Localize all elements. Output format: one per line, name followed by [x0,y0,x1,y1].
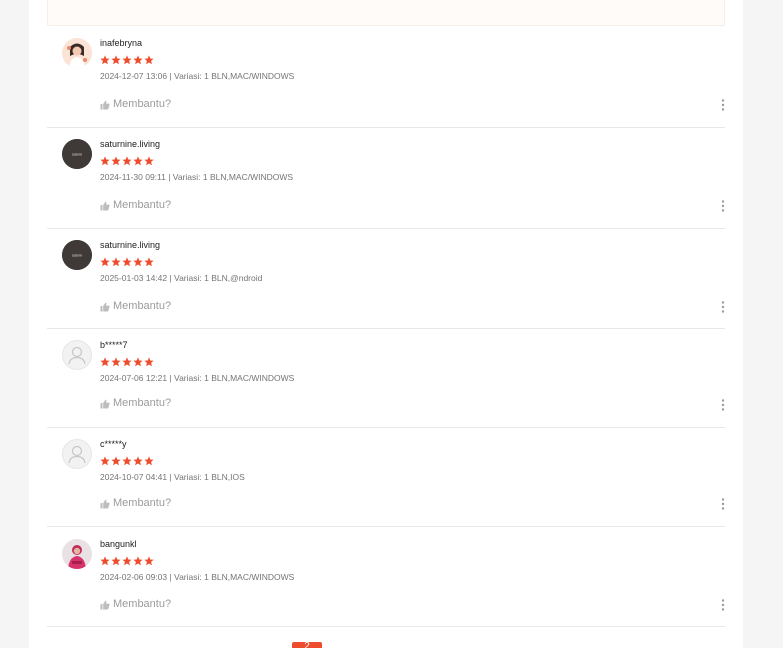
avatar-logo-text: saturn [72,153,82,157]
helpful-label: Membantu? [113,98,172,110]
helpful-button[interactable]: Membantu? [100,98,171,111]
star-rating [100,357,725,368]
more-options-icon[interactable] [721,599,725,611]
review-username: saturnine.living [100,240,161,250]
review-meta: 2025-01-03 14:42 | Variasi: 1 BLN,@ndroi… [100,273,263,283]
star-icon [144,156,154,166]
helpful-button[interactable]: Membantu? [100,497,171,510]
star-icon [133,357,143,367]
more-options-icon[interactable] [721,200,725,212]
star-icon [133,156,143,166]
review-meta: 2024-10-07 04:41 | Variasi: 1 BLN,IOS [100,472,245,482]
review-username: bangunkl [100,539,137,549]
avatar[interactable] [62,38,92,68]
star-icon [100,456,110,466]
star-icon [122,556,132,566]
star-icon [144,55,154,65]
star-icon [133,556,143,566]
thumbs-up-icon [100,302,110,311]
star-icon [144,257,154,267]
star-icon [100,156,110,166]
more-options-icon[interactable] [721,399,725,411]
thumbs-up-icon [100,201,110,210]
avatar[interactable] [62,439,92,469]
star-icon [144,456,154,466]
star-icon [122,257,132,267]
star-icon [100,257,110,267]
review-meta: 2024-12-07 13:06 | Variasi: 1 BLN,MAC/WI… [100,71,295,81]
review-meta: 2024-02-06 09:03 | Variasi: 1 BLN,MAC/WI… [100,572,295,582]
thumbs-up-icon [100,499,110,508]
review-username: inafebryna [100,38,143,48]
star-icon [122,357,132,367]
star-rating [100,156,725,167]
avatar-logo-text: saturn [72,254,82,258]
star-rating [100,456,725,467]
star-icon [111,556,121,566]
star-icon [111,357,121,367]
review-item: inafebryna 2024-12-07 13:06 | Variasi: 1… [47,38,725,128]
more-options-icon[interactable] [721,99,725,111]
avatar[interactable]: saturn [62,240,92,270]
helpful-button[interactable]: Membantu? [100,300,171,313]
star-icon [100,357,110,367]
user-placeholder-icon [68,346,86,365]
review-username: saturnine.living [100,139,161,149]
helpful-label: Membantu? [113,199,172,211]
star-icon [122,456,132,466]
helpful-button[interactable]: Membantu? [100,397,171,410]
star-icon [133,456,143,466]
star-icon [133,55,143,65]
review-item: b*****7 2024-07-06 12:21 | Variasi: 1 BL… [47,340,725,428]
thumbs-up-icon [100,600,110,609]
star-icon [111,456,121,466]
thumbs-up-icon [100,100,110,109]
reviews-panel: inafebryna 2024-12-07 13:06 | Variasi: 1… [29,0,743,648]
star-icon [111,257,121,267]
review-item: c*****y 2024-10-07 04:41 | Variasi: 1 BL… [47,439,725,527]
more-options-icon[interactable] [721,498,725,510]
helpful-label: Membantu? [113,300,172,312]
avatar[interactable] [62,340,92,370]
star-icon [100,556,110,566]
star-icon [111,55,121,65]
review-filter-box [47,0,725,26]
review-item: bangunkl 2024-02-06 09:03 | Variasi: 1 B… [47,539,725,627]
review-meta: 2024-07-06 12:21 | Variasi: 1 BLN,MAC/WI… [100,373,295,383]
star-icon [100,55,110,65]
review-meta: 2024-11-30 09:11 | Variasi: 1 BLN,MAC/WI… [100,172,294,182]
star-icon [111,156,121,166]
avatar[interactable] [62,539,92,569]
star-rating [100,55,725,66]
star-icon [122,156,132,166]
page-button-active[interactable]: 2 [292,642,322,648]
review-item: saturn saturnine.living 2024-11-30 09:11… [47,139,725,229]
more-options-icon[interactable] [721,301,725,313]
star-rating [100,556,725,567]
helpful-label: Membantu? [113,397,172,409]
review-item: saturn saturnine.living 2025-01-03 14:42… [47,240,725,329]
pagination: 2 [29,642,743,648]
review-username: c*****y [100,439,127,449]
avatar[interactable]: saturn [62,139,92,169]
helpful-button[interactable]: Membantu? [100,598,171,611]
star-icon [122,55,132,65]
star-icon [144,357,154,367]
helpful-label: Membantu? [113,497,172,509]
star-icon [144,556,154,566]
star-rating [100,257,725,268]
helpful-button[interactable]: Membantu? [100,199,171,212]
user-placeholder-icon [68,445,86,464]
star-icon [133,257,143,267]
review-username: b*****7 [100,340,128,350]
thumbs-up-icon [100,399,110,408]
helpful-label: Membantu? [113,598,172,610]
